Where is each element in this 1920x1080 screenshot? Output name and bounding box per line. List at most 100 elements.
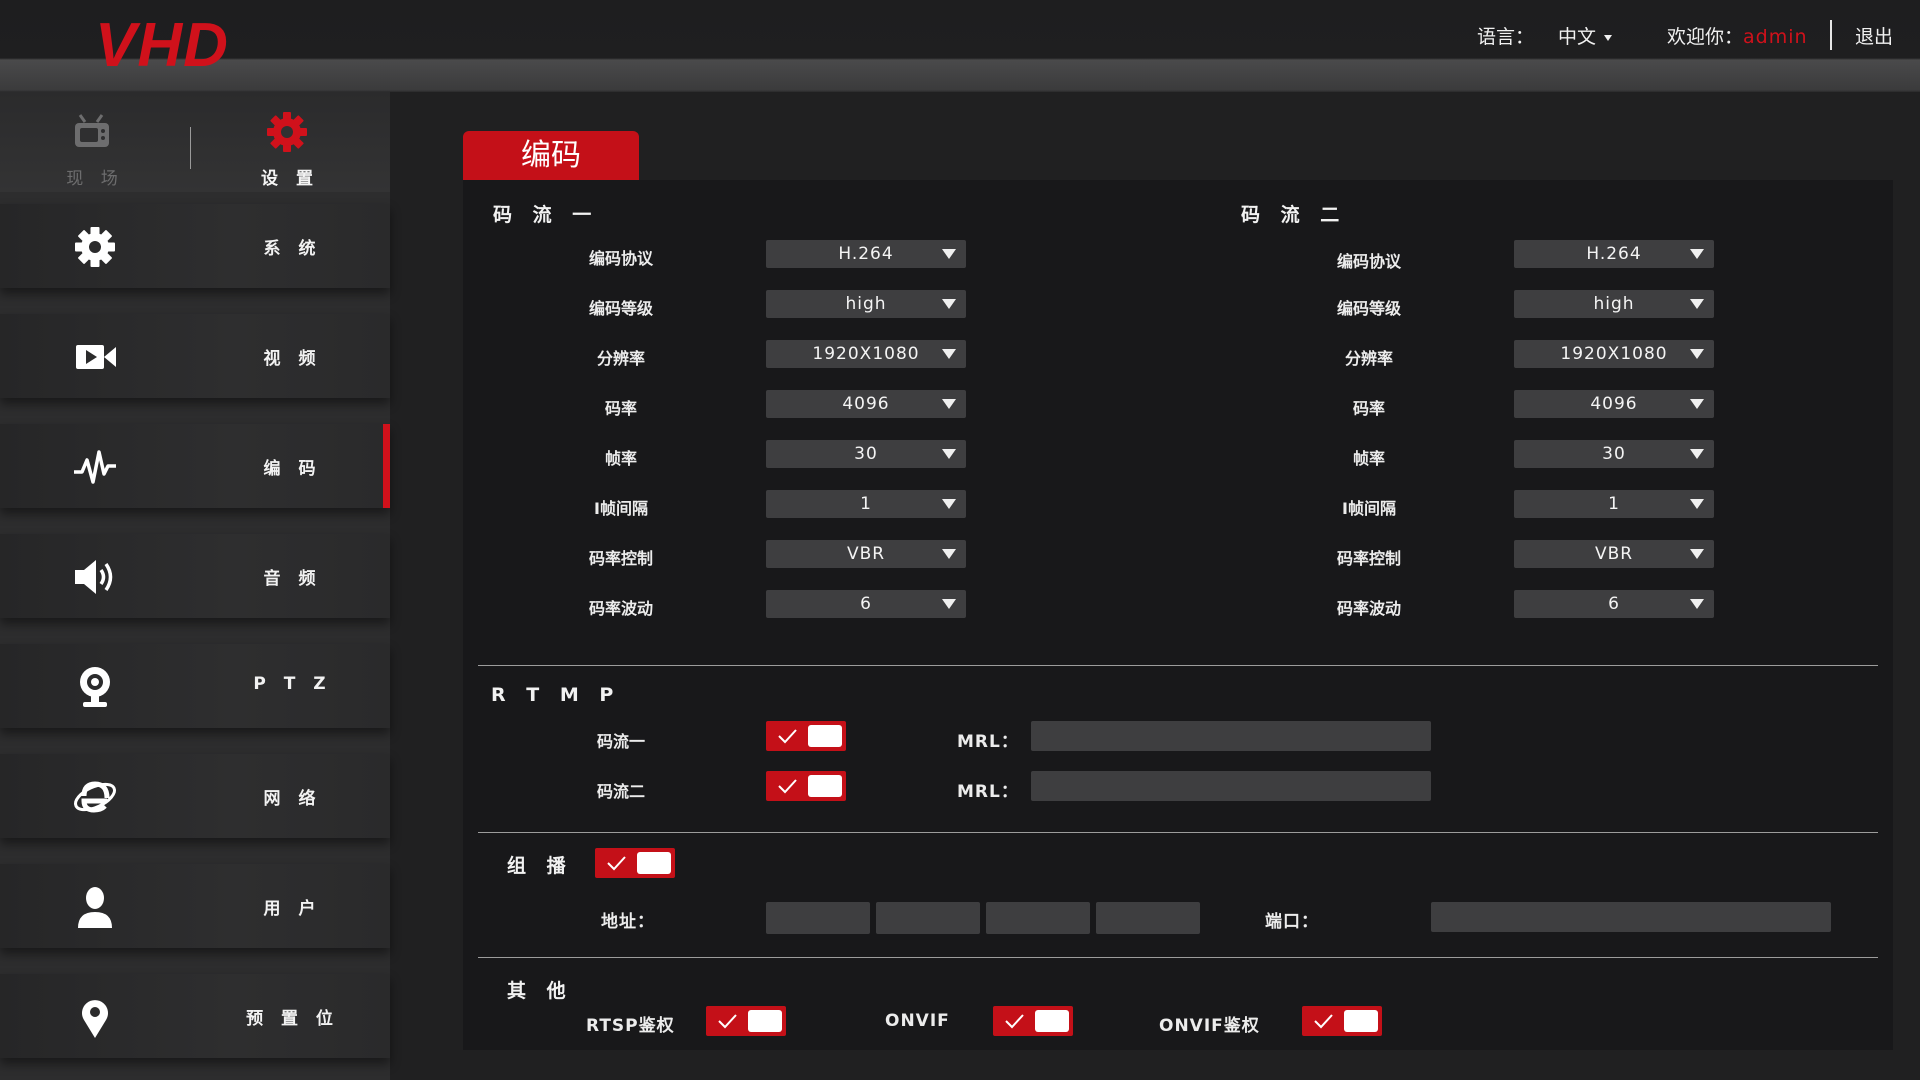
onvif-toggle[interactable] xyxy=(993,1006,1073,1036)
select-value: 1 xyxy=(860,494,872,514)
sidebar-item-label: P T Z xyxy=(253,674,332,694)
dropdown-arrow-icon xyxy=(1690,549,1704,559)
rtmp-stream2-toggle[interactable] xyxy=(766,771,846,801)
sidebar-item-label: 音 频 xyxy=(263,569,322,589)
sidebar-item-label: 预 置 位 xyxy=(246,1009,339,1029)
language-value: 中文 xyxy=(1558,26,1597,48)
stream2-framerate-label: 帧率 xyxy=(1352,449,1385,468)
select-value: 1920X1080 xyxy=(1560,344,1668,364)
other-title: 其 他 xyxy=(507,980,573,1002)
stream2-protocol-label: 编码协议 xyxy=(1336,252,1401,271)
select-value: 1920X1080 xyxy=(812,344,920,364)
sidebar-top-tabs: 现 场 设 置 xyxy=(0,92,390,192)
stream2-level-select[interactable]: high xyxy=(1514,290,1714,318)
sidebar-item-encode[interactable]: 编 码 xyxy=(0,424,390,508)
welcome-text: 欢迎你：admin xyxy=(1667,22,1808,48)
select-value: H.264 xyxy=(1586,244,1642,264)
stream2-protocol-select[interactable]: H.264 xyxy=(1514,240,1714,268)
multicast-address-octet-4[interactable] xyxy=(1096,902,1200,934)
stream2-fluctuation-select[interactable]: 6 xyxy=(1514,590,1714,618)
dropdown-arrow-icon xyxy=(942,249,956,259)
select-value: VBR xyxy=(846,544,886,564)
page-title-tab: 编码 xyxy=(463,131,639,181)
multicast-title: 组 播 xyxy=(507,855,573,877)
gear-icon xyxy=(75,227,115,267)
select-value: 6 xyxy=(1608,594,1620,614)
top-header: VHD 语言： 中文 欢迎你：admin 退出 xyxy=(0,0,1920,92)
checkmark-icon xyxy=(1314,1014,1333,1029)
toggle-knob xyxy=(808,775,842,797)
stream2-bitrate-label: 码率 xyxy=(1352,399,1385,418)
select-value: 4096 xyxy=(1590,394,1638,414)
chevron-down-icon xyxy=(1604,34,1613,41)
location-pin-icon xyxy=(82,1000,108,1038)
divider xyxy=(478,832,1878,833)
select-value: high xyxy=(1593,294,1635,314)
sidebar-item-system[interactable]: 系 统 xyxy=(0,204,390,288)
checkmark-icon xyxy=(607,856,626,871)
sidebar-item-audio[interactable]: 音 频 xyxy=(0,534,390,618)
sidebar-item-ptz[interactable]: P T Z xyxy=(0,644,390,728)
select-value: 1 xyxy=(1608,494,1620,514)
stream1-bitrate-select[interactable]: 4096 xyxy=(766,390,966,418)
language-select[interactable]: 中文 xyxy=(1558,22,1613,48)
multicast-address-label: 地址： xyxy=(601,912,655,932)
dropdown-arrow-icon xyxy=(1690,499,1704,509)
stream1-title: 码 流 一 xyxy=(493,204,599,226)
stream2-bitrate-select[interactable]: 4096 xyxy=(1514,390,1714,418)
waveform-icon xyxy=(74,450,116,484)
stream2-ratecontrol-select[interactable]: VBR xyxy=(1514,540,1714,568)
dropdown-arrow-icon xyxy=(1690,299,1704,309)
checkmark-icon xyxy=(778,729,797,744)
stream1-level-label: 编码等级 xyxy=(588,299,653,318)
rtsp-auth-toggle[interactable] xyxy=(706,1006,786,1036)
multicast-address-octet-2[interactable] xyxy=(876,902,980,934)
sidebar-item-preset[interactable]: 预 置 位 xyxy=(0,974,390,1058)
stream1-framerate-select[interactable]: 30 xyxy=(766,440,966,468)
stream1-level-select[interactable]: high xyxy=(766,290,966,318)
webcam-icon xyxy=(80,667,110,707)
rtmp-stream1-label: 码流一 xyxy=(596,732,645,751)
tab-settings[interactable]: 设 置 xyxy=(195,92,385,192)
rtmp-stream2-mrl-input[interactable] xyxy=(1031,771,1431,801)
rtmp-stream1-mrl-label: MRL： xyxy=(957,732,1019,752)
toggle-knob xyxy=(1035,1010,1069,1032)
stream2-resolution-select[interactable]: 1920X1080 xyxy=(1514,340,1714,368)
sidebar-item-network[interactable]: 网 络 xyxy=(0,754,390,838)
dropdown-arrow-icon xyxy=(942,499,956,509)
select-value: 30 xyxy=(1602,444,1626,464)
sidebar-item-label: 视 频 xyxy=(263,349,322,369)
logout-button[interactable]: 退出 xyxy=(1855,22,1893,48)
dropdown-arrow-icon xyxy=(942,349,956,359)
stream1-ratecontrol-select[interactable]: VBR xyxy=(766,540,966,568)
onvif-auth-toggle[interactable] xyxy=(1302,1006,1382,1036)
stream1-protocol-label: 编码协议 xyxy=(588,249,653,268)
rtmp-stream1-toggle[interactable] xyxy=(766,721,846,751)
dropdown-arrow-icon xyxy=(1690,449,1704,459)
stream2-iframe-label: I帧间隔 xyxy=(1342,499,1396,518)
sidebar-item-user[interactable]: 用 户 xyxy=(0,864,390,948)
select-value: 30 xyxy=(854,444,878,464)
stream2-iframe-select[interactable]: 1 xyxy=(1514,490,1714,518)
toggle-knob xyxy=(1344,1010,1378,1032)
stream1-fluctuation-select[interactable]: 6 xyxy=(766,590,966,618)
multicast-toggle[interactable] xyxy=(595,848,675,878)
multicast-address-octet-1[interactable] xyxy=(766,902,870,934)
rtsp-auth-label: RTSP鉴权 xyxy=(586,1016,675,1036)
internet-icon xyxy=(74,781,116,813)
multicast-port-input[interactable] xyxy=(1431,902,1831,932)
stream1-resolution-select[interactable]: 1920X1080 xyxy=(766,340,966,368)
tab-live[interactable]: 现 场 xyxy=(0,92,190,192)
dropdown-arrow-icon xyxy=(942,549,956,559)
checkmark-icon xyxy=(778,779,797,794)
stream1-protocol-select[interactable]: H.264 xyxy=(766,240,966,268)
multicast-address-octet-3[interactable] xyxy=(986,902,1090,934)
stream2-resolution-label: 分辨率 xyxy=(1344,349,1393,368)
rtmp-stream1-mrl-input[interactable] xyxy=(1031,721,1431,751)
sidebar-item-label: 用 户 xyxy=(263,899,322,919)
video-camera-icon xyxy=(76,345,116,369)
sidebar-item-video[interactable]: 视 频 xyxy=(0,314,390,398)
stream2-framerate-select[interactable]: 30 xyxy=(1514,440,1714,468)
toggle-knob xyxy=(808,725,842,747)
stream1-iframe-select[interactable]: 1 xyxy=(766,490,966,518)
